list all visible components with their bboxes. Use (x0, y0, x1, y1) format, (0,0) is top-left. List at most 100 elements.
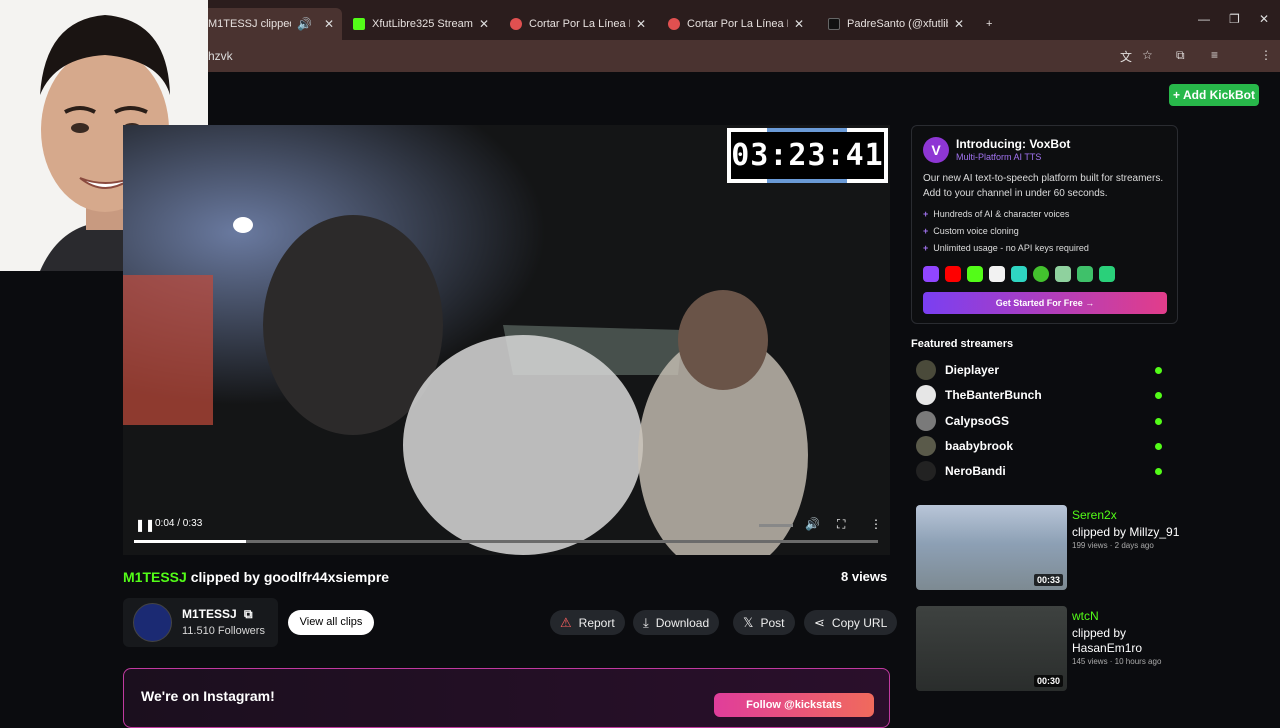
timer-bar-bottom (767, 179, 847, 183)
view-all-clips-button[interactable]: View all clips (288, 610, 374, 635)
voxbot-feature: + Custom voice cloning (923, 226, 1019, 236)
voxbot-feature: + Hundreds of AI & character voices (923, 209, 1070, 219)
view-count: 8 views (841, 569, 888, 584)
download-label: Download (655, 615, 710, 630)
youtube-icon (945, 266, 961, 282)
clip-streamer[interactable]: Seren2x (1072, 508, 1117, 522)
new-tab-button[interactable]: + (978, 8, 1000, 40)
close-tab-icon[interactable]: ✕ (954, 17, 964, 31)
restore-icon[interactable]: ❐ (1229, 12, 1240, 26)
more-options-icon[interactable]: ⋮ (870, 517, 882, 531)
voxbot-get-started-button[interactable]: Get Started For Free → (923, 292, 1167, 314)
site-icon (668, 18, 680, 30)
clip-meta: 199 views · 2 days ago (1072, 541, 1154, 550)
platform-icon (1055, 266, 1071, 282)
minimize-icon[interactable]: — (1198, 12, 1210, 26)
streamer-item[interactable]: TheBanterBunch (916, 385, 1166, 405)
close-tab-icon[interactable]: ✕ (794, 17, 804, 31)
tab-clip[interactable]: M1TESSJ clipped by goodlfr44xsiempre 🔊 ✕ (200, 8, 342, 40)
live-indicator-icon (1155, 367, 1162, 374)
trovo-icon (1011, 266, 1027, 282)
close-tab-icon[interactable]: ✕ (479, 17, 489, 31)
media-icon[interactable]: ≡ (1211, 48, 1218, 62)
plus-icon: + (986, 18, 993, 30)
report-label: Report (578, 615, 615, 630)
plus-icon: + (923, 209, 929, 219)
clip-channel[interactable]: M1TESSJ (123, 569, 187, 585)
fullscreen-icon[interactable]: ⛶ (837, 517, 845, 532)
volume-slider[interactable] (759, 518, 793, 532)
player-controls: ❚❚ 0:04 / 0:33 🔊 ⛶ ⋮ (123, 510, 890, 555)
clip-streamer[interactable]: wtcN (1072, 609, 1099, 623)
streamer-item[interactable]: baabybrook (916, 436, 1166, 456)
streamer-avatar (916, 360, 936, 380)
streamer-avatar (916, 411, 936, 431)
star-icon[interactable]: ☆ (1142, 48, 1153, 62)
copy-url-label: Copy URL (831, 615, 888, 630)
voxbot-description: Our new AI text-to-speech platform built… (923, 173, 1164, 199)
translate-icon[interactable]: 文 (1120, 48, 1132, 65)
channel-name: M1TESSJ (182, 607, 237, 621)
tab-kick-stream[interactable]: XfutLibre325 Stream - Kick Do... ✕ (345, 8, 497, 40)
voxbot-feature: + Unlimited usage - no API keys required (923, 243, 1089, 253)
stream-timer-overlay: 03:23:41 (727, 128, 888, 183)
close-tab-icon[interactable]: ✕ (636, 17, 646, 31)
timer-text: 03:23:41 (731, 132, 884, 179)
platform-icon (1077, 266, 1093, 282)
kick-icon (353, 18, 365, 30)
live-indicator-icon (1155, 392, 1162, 399)
close-window-icon[interactable]: ✕ (1259, 12, 1269, 26)
post-button[interactable]: 𝕏 Post (733, 610, 795, 635)
plus-icon: + (923, 226, 929, 236)
voxbot-logo-icon: V (923, 137, 949, 163)
extensions-icon[interactable]: ⧉ (1176, 48, 1185, 63)
live-indicator-icon (1155, 468, 1162, 475)
warning-icon: ⚠ (560, 614, 572, 630)
close-tab-icon[interactable]: ✕ (324, 17, 334, 31)
voxbot-subtitle: Multi-Platform AI TTS (956, 152, 1042, 162)
video-frame (123, 125, 890, 555)
streamer-item[interactable]: Dieplayer (916, 360, 1166, 380)
voxbot-title: Introducing: VoxBot (956, 137, 1071, 151)
url-field[interactable]: hzvk (208, 49, 233, 63)
post-label: Post (760, 615, 785, 630)
streamer-item[interactable]: NeroBandi (916, 461, 1166, 481)
pause-icon[interactable]: ❚❚ (135, 518, 155, 532)
streamer-item[interactable]: CalypsoGS (916, 411, 1166, 431)
share-icon: ⋖ (814, 614, 825, 630)
download-icon: ⤓ (643, 614, 649, 630)
report-button[interactable]: ⚠ Report (550, 610, 625, 635)
platform-icons (923, 266, 1115, 282)
volume-icon[interactable]: 🔊 (805, 517, 820, 531)
clip-thumbnail[interactable]: 00:33 (916, 505, 1067, 590)
download-button[interactable]: ⤓ Download (633, 610, 720, 635)
follower-count: 11.510 Followers (182, 625, 265, 637)
clip-clipper: clipped by Millzy_91 (1072, 525, 1180, 539)
site-icon (510, 18, 522, 30)
tiktok-icon (828, 18, 840, 30)
external-link-icon: ⧉ (244, 607, 253, 621)
menu-kebab-icon[interactable]: ⋮ (1260, 48, 1272, 62)
tab-tiktok[interactable]: PadreSanto (@xfutlibre325) | Ti ✕ (820, 8, 972, 40)
video-player[interactable] (123, 125, 890, 555)
tab-cortar-2[interactable]: Cortar Por La Línea De Puntos ✕ (660, 8, 812, 40)
clip-clipper: clipped by HasanEm1ro (1072, 626, 1143, 655)
featured-streamers-heading: Featured streamers (911, 338, 1014, 350)
live-indicator-icon (1155, 443, 1162, 450)
add-kickbot-button[interactable]: + Add KickBot (1169, 84, 1259, 106)
tab-cortar-1[interactable]: Cortar Por La Línea De Puntos - ✕ (502, 8, 654, 40)
x-logo-icon: 𝕏 (743, 614, 754, 630)
instagram-follow-button[interactable]: Follow @kickstats (714, 693, 874, 717)
channel-card[interactable]: M1TESSJ ⧉ 11.510 Followers (123, 598, 278, 647)
rumble-icon (1033, 266, 1049, 282)
side-clip-card[interactable]: 00:30 wtcN clipped by HasanEm1ro 145 vie… (916, 606, 1176, 691)
channel-avatar[interactable] (133, 603, 172, 642)
tiktok-icon (989, 266, 1005, 282)
channel-name-row[interactable]: M1TESSJ ⧉ (182, 607, 253, 622)
clip-author: clipped by goodlfr44xsiempre (190, 569, 390, 585)
clip-thumbnail[interactable]: 00:30 (916, 606, 1067, 691)
side-clip-card[interactable]: 00:33 Seren2x clipped by Millzy_91 199 v… (916, 505, 1179, 590)
copy-url-button[interactable]: ⋖ Copy URL (804, 610, 898, 635)
clip-title: M1TESSJ clipped by goodlfr44xsiempre (123, 569, 389, 585)
seek-bar[interactable] (134, 540, 878, 543)
